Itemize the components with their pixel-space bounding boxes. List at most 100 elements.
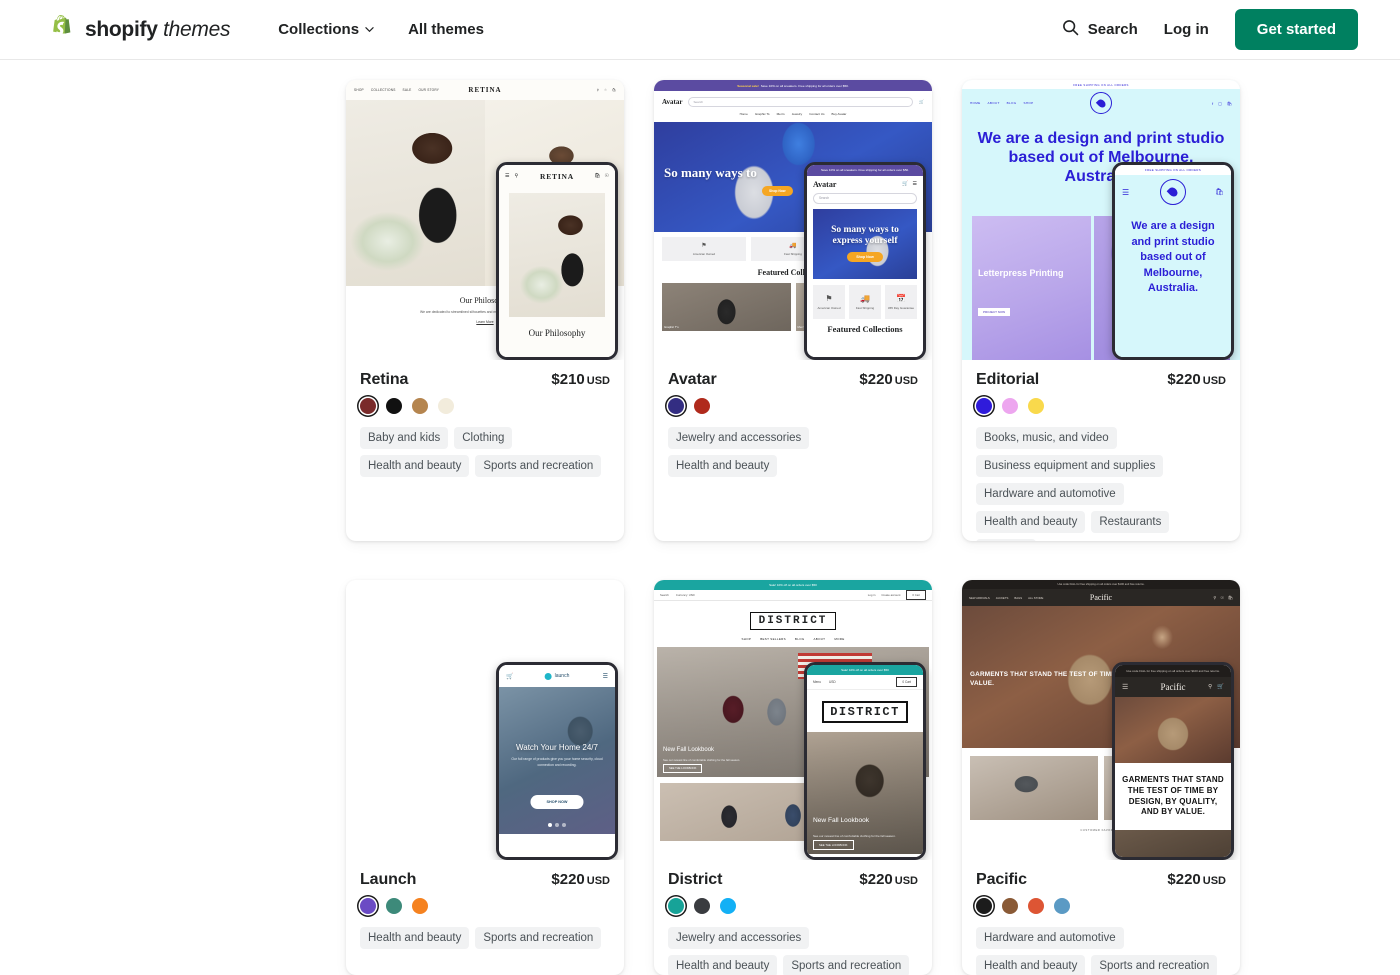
color-swatch[interactable] — [694, 898, 710, 914]
color-swatch[interactable] — [360, 398, 376, 414]
shopify-bag-icon — [50, 14, 76, 45]
theme-card-avatar[interactable]: Seasonal sale! Save 10% on all sneakers. … — [654, 80, 932, 541]
theme-tags: Health and beauty Sports and recreation — [360, 927, 610, 949]
color-swatch[interactable] — [976, 898, 992, 914]
theme-tag[interactable]: Jewelry and accessories — [668, 927, 810, 949]
mobile-preview: Sale! 10% off on all orders over $50 Men… — [804, 662, 926, 860]
theme-tag[interactable]: Sports and recreation — [1091, 955, 1218, 975]
color-swatch[interactable] — [386, 398, 402, 414]
theme-tag[interactable]: Baby and kids — [360, 427, 449, 449]
theme-tag[interactable]: Sports and recreation — [783, 955, 910, 975]
color-swatch[interactable] — [976, 398, 992, 414]
theme-price: $220 USD — [859, 871, 918, 888]
theme-card-district[interactable]: Sale! 10% off on all orders over $50 Sea… — [654, 580, 932, 975]
truck-icon: 🚚 — [860, 293, 870, 303]
color-swatch[interactable] — [1028, 398, 1044, 414]
preview-logo-icon — [544, 672, 552, 680]
color-swatch[interactable] — [668, 898, 684, 914]
theme-tag[interactable]: Health and beauty — [976, 511, 1086, 533]
facebook-icon: f — [1212, 100, 1214, 106]
search-label: Search — [1087, 21, 1138, 38]
preview-create-account-label: Create account — [881, 593, 901, 597]
preview-logo: Avatar — [662, 97, 683, 106]
mobile-preview: 🛒 launch ☰ Watch Your Home 24/7 Our full… — [496, 662, 618, 860]
theme-tag[interactable]: Hardware and automotive — [976, 483, 1124, 505]
color-swatch[interactable] — [1028, 898, 1044, 914]
preview-nav-item: SHOP — [1023, 101, 1034, 105]
nav-item-collections[interactable]: Collections — [278, 21, 374, 38]
color-swatch[interactable] — [720, 898, 736, 914]
preview-nav-item: Men's — [776, 112, 785, 116]
theme-tag[interactable]: Sports and recreation — [475, 927, 602, 949]
preview-nav-item: JACKETS — [995, 595, 1009, 600]
theme-tag[interactable]: Jewelry and accessories — [668, 427, 810, 449]
theme-tag[interactable]: Health and beauty — [976, 955, 1086, 975]
theme-tag[interactable]: Health and beauty — [668, 955, 778, 975]
color-swatch[interactable] — [1054, 898, 1070, 914]
theme-card-editorial[interactable]: FREE SHIPPING ON ALL ORDERS HOME ABOUT B… — [962, 80, 1240, 541]
price-currency: USD — [894, 875, 918, 887]
theme-tag[interactable]: Business equipment and supplies — [976, 455, 1164, 477]
preview-hero-button: Shop Now — [762, 186, 793, 196]
theme-tag[interactable]: Health and beauty — [360, 455, 470, 477]
theme-tag[interactable]: Sports and recreation — [475, 455, 602, 477]
preview-feature-label: Fast Shipping — [855, 305, 875, 310]
site-header: shopify themes Collections All themes Se… — [0, 0, 1400, 60]
color-swatches — [668, 898, 918, 914]
theme-info: Retina $210 USD Baby and kids Clothing He… — [346, 360, 624, 491]
color-swatches — [668, 398, 918, 414]
preview-hero-button: SHOP NOW — [530, 795, 584, 809]
theme-card-retina[interactable]: SHOP COLLECTIONS SALE OUR STORY RETINA ⚲… — [346, 80, 624, 541]
color-swatch[interactable] — [386, 898, 402, 914]
theme-tag[interactable]: Hardware and automotive — [976, 927, 1124, 949]
theme-tag[interactable]: Services — [976, 539, 1037, 541]
theme-price: $220 USD — [551, 871, 610, 888]
color-swatch[interactable] — [694, 398, 710, 414]
theme-tag[interactable]: Restaurants — [1091, 511, 1170, 533]
shopify-themes-logo[interactable]: shopify themes — [50, 14, 231, 45]
preview-hero-heading: So many ways to — [664, 165, 757, 180]
preview-hero-heading: We are a design and print studio based o… — [1131, 220, 1215, 295]
preview-announcement: Use code FALL for free shipping on all o… — [962, 580, 1240, 589]
theme-price: $220 USD — [1167, 871, 1226, 888]
search-button[interactable]: Search — [1062, 19, 1138, 40]
color-swatches — [360, 898, 610, 914]
preview-hero-image — [509, 193, 605, 317]
nav-item-all-themes[interactable]: All themes — [408, 21, 484, 38]
price-amount: $220 — [1167, 371, 1201, 388]
theme-tag[interactable]: Health and beauty — [360, 927, 470, 949]
color-swatch[interactable] — [1002, 398, 1018, 414]
theme-info: Pacific $220 USD Hardware and automotive … — [962, 860, 1240, 975]
preview-cart-icon: 🛍 — [1227, 595, 1233, 600]
preview-logo: launch — [554, 673, 570, 679]
preview-logo: Pacific — [1160, 682, 1186, 692]
color-swatch[interactable] — [1002, 898, 1018, 914]
mobile-preview: FREE SHIPPING ON ALL ORDERS ☰ 🛍 We are a… — [1112, 162, 1234, 360]
preview-announcement: Sale! 10% off on all orders over $50 — [807, 665, 923, 675]
brand-themes: themes — [163, 17, 231, 41]
preview-nav-item: BLOG — [1006, 101, 1017, 105]
color-swatch[interactable] — [412, 398, 428, 414]
theme-price: $210 USD — [551, 371, 610, 388]
color-swatch[interactable] — [438, 398, 454, 414]
mobile-preview: Use code FALL for free shipping on all o… — [1112, 662, 1234, 860]
color-swatch[interactable] — [412, 898, 428, 914]
theme-tag[interactable]: Health and beauty — [668, 455, 778, 477]
theme-card-launch[interactable]: launch FEATURES SHOP SALE ABOUT HELP ‹› … — [346, 580, 624, 975]
theme-preview-pacific: Use code FALL for free shipping on all o… — [962, 580, 1240, 860]
color-swatch[interactable] — [668, 398, 684, 414]
theme-tag[interactable]: Books, music, and video — [976, 427, 1117, 449]
theme-tags: Books, music, and video Business equipme… — [976, 427, 1226, 541]
preview-nav-item: COLLECTIONS — [370, 88, 396, 92]
preview-feature: ⚑ American Owned — [662, 237, 746, 261]
theme-info: Launch $220 USD Health and beauty Sports … — [346, 860, 624, 963]
theme-tag[interactable]: Clothing — [454, 427, 513, 449]
get-started-button[interactable]: Get started — [1234, 9, 1358, 50]
price-amount: $220 — [1167, 871, 1201, 888]
preview-secondary-image — [1115, 830, 1231, 857]
login-link[interactable]: Log in — [1164, 21, 1209, 38]
theme-name: Retina — [360, 371, 409, 388]
color-swatch[interactable] — [360, 898, 376, 914]
theme-card-pacific[interactable]: Use code FALL for free shipping on all o… — [962, 580, 1240, 975]
preview-logo: Pacific — [1089, 593, 1113, 602]
